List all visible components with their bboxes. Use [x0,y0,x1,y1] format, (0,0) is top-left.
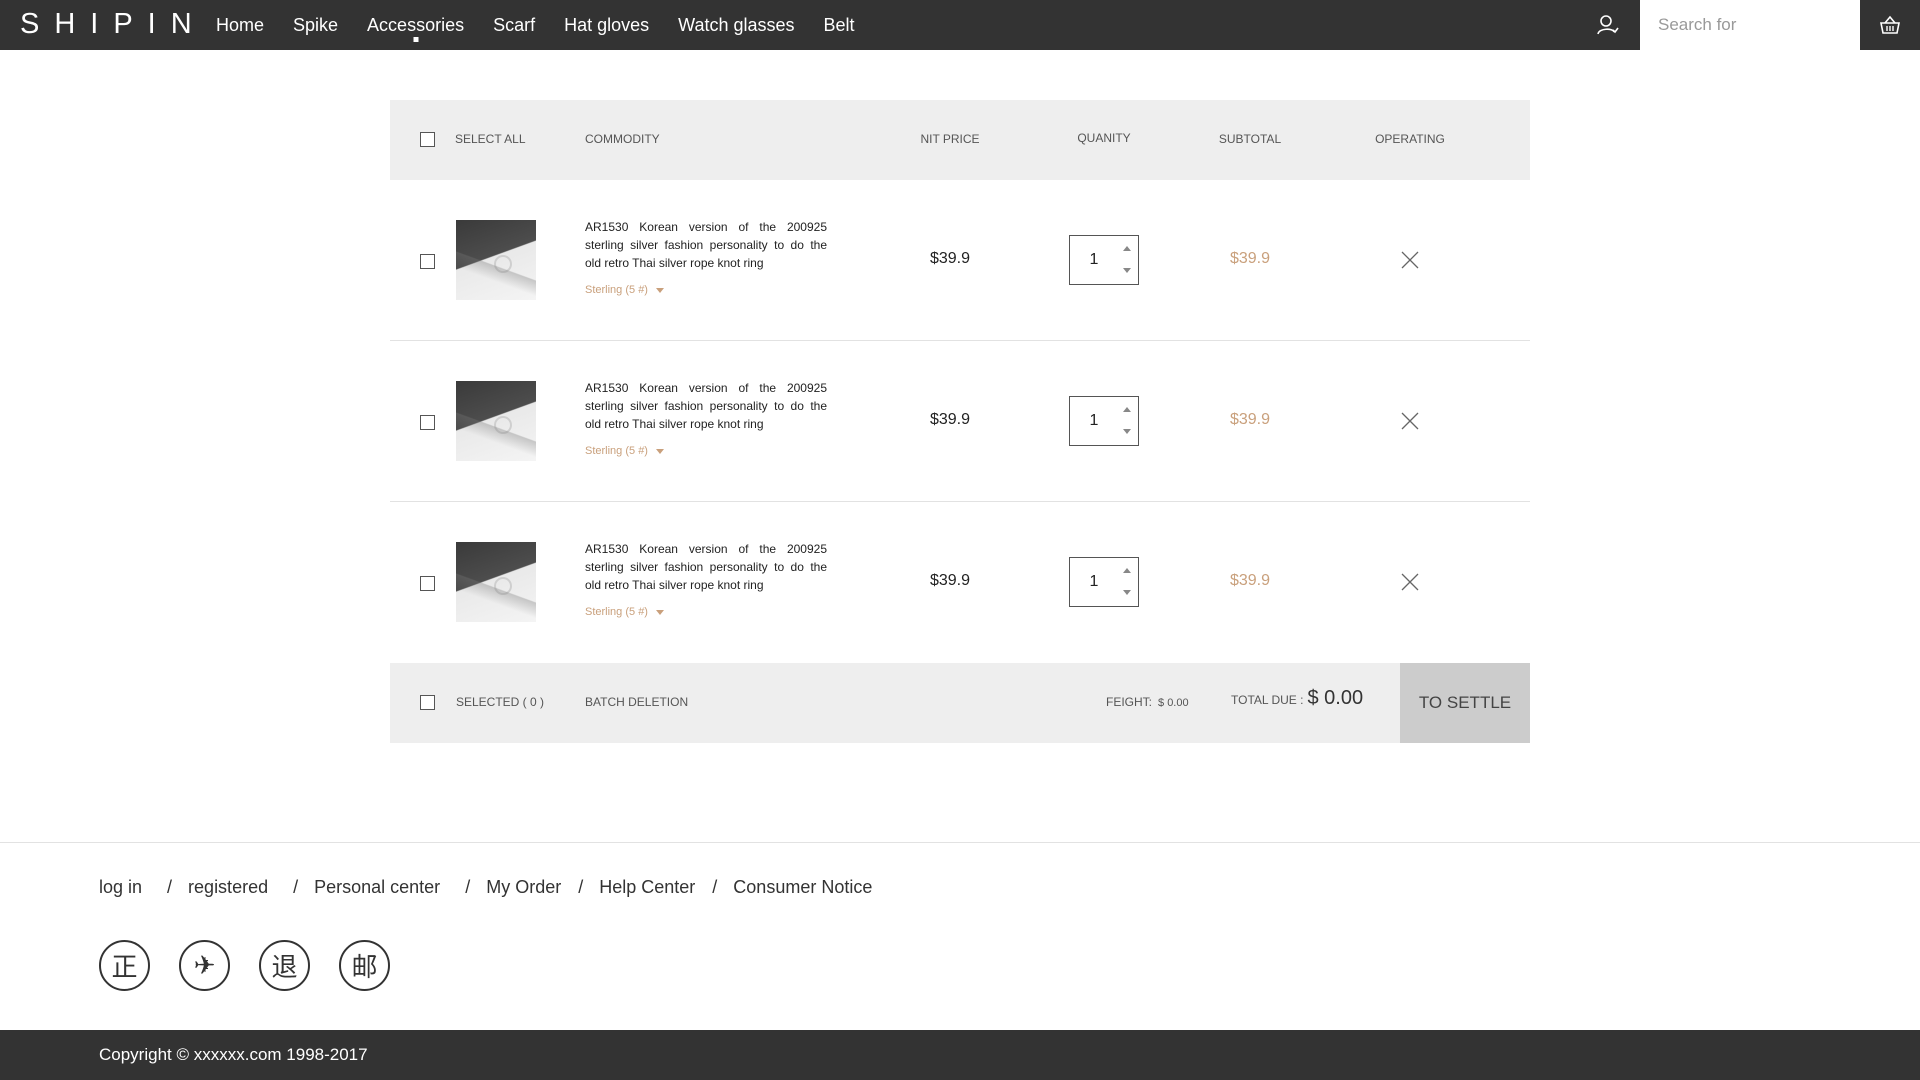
footer-divider [0,842,1920,843]
top-navbar: SHIPIN Home Spike Accessories Scarf Hat … [0,0,1920,50]
search-input[interactable] [1640,0,1860,50]
user-icon[interactable] [1596,13,1620,37]
freight-value: $ 0.00 [1158,697,1189,709]
variant-label: Sterling (5 #) [585,606,648,618]
nav-hat-gloves[interactable]: Hat gloves [564,0,649,50]
quantity-value[interactable]: 1 [1070,558,1118,606]
footer-link-login[interactable]: log in [99,877,142,898]
quantity-down-icon[interactable] [1120,265,1134,277]
footer-link-personal-center[interactable]: Personal center [314,877,440,898]
cart-table: SELECT ALL COMMODITY NIT PRICE QUANITY S… [390,100,1530,743]
caret-down-icon [655,609,664,615]
footer-links: log in / registered / Personal center / … [99,877,872,898]
header-commodity: COMMODITY [585,132,660,146]
item-subtotal: $39.9 [1229,411,1271,428]
nav-accessories[interactable]: Accessories [367,0,464,50]
selected-count: SELECTED ( 0 ) [456,695,545,709]
select-all-bottom-checkbox[interactable] [420,695,435,710]
header-quantity: QUANITY [1077,131,1131,145]
product-thumbnail[interactable] [456,542,536,622]
quantity-up-icon[interactable] [1120,404,1134,416]
total-due: TOTAL DUE : $ 0.00 [1231,687,1363,710]
item-checkbox[interactable] [420,415,435,430]
nav-spike[interactable]: Spike [293,0,338,50]
unit-price: $39.9 [929,572,971,589]
link-separator: / [293,877,299,897]
cart-table-header: SELECT ALL COMMODITY NIT PRICE QUANITY S… [390,100,1530,180]
variant-selector[interactable]: Sterling (5 #) [585,445,664,457]
total-label: TOTAL DUE : [1231,693,1304,707]
service-badges: 正 ✈ 退 邮 [99,940,419,991]
select-all-checkbox[interactable] [420,132,435,147]
product-title[interactable]: AR1530 Korean version of the 200925 ster… [585,540,827,594]
quantity-value[interactable]: 1 [1070,397,1118,445]
link-separator: / [712,877,718,897]
return-badge-icon: 退 [259,940,310,991]
total-value: $ 0.00 [1307,687,1364,709]
product-title[interactable]: AR1530 Korean version of the 200925 ster… [585,218,827,272]
link-separator: / [578,877,584,897]
quantity-up-icon[interactable] [1120,243,1134,255]
variant-label: Sterling (5 #) [585,445,648,457]
product-title[interactable]: AR1530 Korean version of the 200925 ster… [585,379,827,433]
variant-selector[interactable]: Sterling (5 #) [585,606,664,618]
paper-plane-badge-icon: ✈ [179,940,230,991]
cart-item-row: AR1530 Korean version of the 200925 ster… [390,502,1530,663]
unit-price: $39.9 [929,250,971,267]
quantity-stepper[interactable]: 1 [1069,235,1139,285]
cart-summary-bar: SELECTED ( 0 ) BATCH DELETION FEIGHT: $ 0… [390,663,1530,743]
footer-link-help-center[interactable]: Help Center [599,877,695,898]
quantity-stepper[interactable]: 1 [1069,396,1139,446]
close-icon[interactable] [1400,411,1420,431]
nav-watch-glasses[interactable]: Watch glasses [678,0,794,50]
quantity-value[interactable]: 1 [1070,236,1118,284]
nav-belt[interactable]: Belt [824,0,855,50]
item-checkbox[interactable] [420,254,435,269]
link-separator: / [167,877,173,897]
freight-info: FEIGHT: $ 0.00 [1106,695,1189,709]
quantity-down-icon[interactable] [1120,426,1134,438]
site-logo[interactable]: SHIPIN [20,8,207,41]
variant-label: Sterling (5 #) [585,284,648,296]
copyright-bar: Copyright © xxxxxx.com 1998-2017 [0,1030,1920,1080]
settle-button[interactable]: TO SETTLE [1400,663,1530,743]
close-icon[interactable] [1400,250,1420,270]
quantity-down-icon[interactable] [1120,587,1134,599]
footer-link-consumer-notice[interactable]: Consumer Notice [733,877,872,898]
genuine-badge-icon: 正 [99,940,150,991]
footer-link-my-order[interactable]: My Order [486,877,561,898]
cart-item-row: AR1530 Korean version of the 200925 ster… [390,341,1530,502]
quantity-stepper[interactable]: 1 [1069,557,1139,607]
header-subtotal: SUBTOTAL [1218,132,1282,146]
header-unit-price: NIT PRICE [920,132,980,146]
freight-label: FEIGHT: [1106,695,1153,709]
item-subtotal: $39.9 [1229,572,1271,589]
caret-down-icon [655,287,664,293]
basket-icon[interactable] [1860,0,1920,50]
postage-badge-icon: 邮 [339,940,390,991]
product-thumbnail[interactable] [456,220,536,300]
caret-down-icon [655,448,664,454]
batch-delete-button[interactable]: BATCH DELETION [585,695,688,709]
main-nav: Home Spike Accessories Scarf Hat gloves … [216,0,884,50]
unit-price: $39.9 [929,411,971,428]
item-subtotal: $39.9 [1229,250,1271,267]
footer-link-register[interactable]: registered [188,877,268,898]
header-operating: OPERATING [1375,132,1445,146]
link-separator: / [465,877,471,897]
cart-item-row: AR1530 Korean version of the 200925 ster… [390,180,1530,341]
item-checkbox[interactable] [420,576,435,591]
nav-home[interactable]: Home [216,0,264,50]
select-all-label[interactable]: SELECT ALL [455,132,526,146]
variant-selector[interactable]: Sterling (5 #) [585,284,664,296]
quantity-up-icon[interactable] [1120,565,1134,577]
product-thumbnail[interactable] [456,381,536,461]
close-icon[interactable] [1400,572,1420,592]
nav-scarf[interactable]: Scarf [493,0,535,50]
